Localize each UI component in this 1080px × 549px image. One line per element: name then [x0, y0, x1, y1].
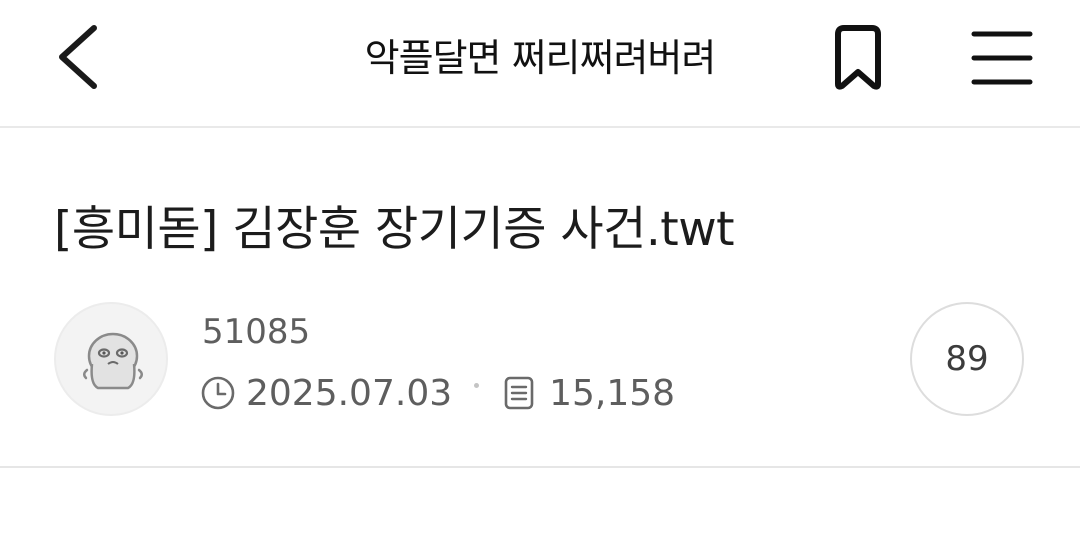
post-date: 2025.07.03 [246, 372, 453, 414]
post-page: 악플달면 쩌리쩌려버려 [흥미돋] 김장훈 장기기증 사건.twt 51085 … [0, 0, 1080, 549]
comment-count: 89 [945, 339, 989, 379]
avatar[interactable] [54, 302, 168, 416]
chevron-left-icon [59, 25, 97, 89]
author-name[interactable]: 51085 [202, 310, 310, 354]
comment-count-button[interactable]: 89 [910, 302, 1024, 416]
avatar-character-icon [83, 332, 143, 390]
board-title[interactable]: 악플달면 쩌리쩌려버려 [300, 30, 780, 86]
content-divider [0, 466, 1080, 468]
bookmark-icon [835, 25, 881, 90]
bookmark-button[interactable] [822, 22, 894, 94]
document-icon [501, 375, 537, 411]
top-bar: 악플달면 쩌리쩌려버려 [0, 0, 1080, 128]
post-title: [흥미돋] 김장훈 장기기증 사건.twt [54, 202, 735, 257]
clock-icon [200, 375, 236, 411]
post-meta: 2025.07.03 15,158 [200, 368, 675, 418]
view-count: 15,158 [549, 372, 676, 414]
back-button[interactable] [48, 22, 112, 92]
meta-separator [474, 382, 480, 388]
hamburger-menu-icon [971, 31, 1033, 85]
menu-button[interactable] [966, 26, 1038, 90]
